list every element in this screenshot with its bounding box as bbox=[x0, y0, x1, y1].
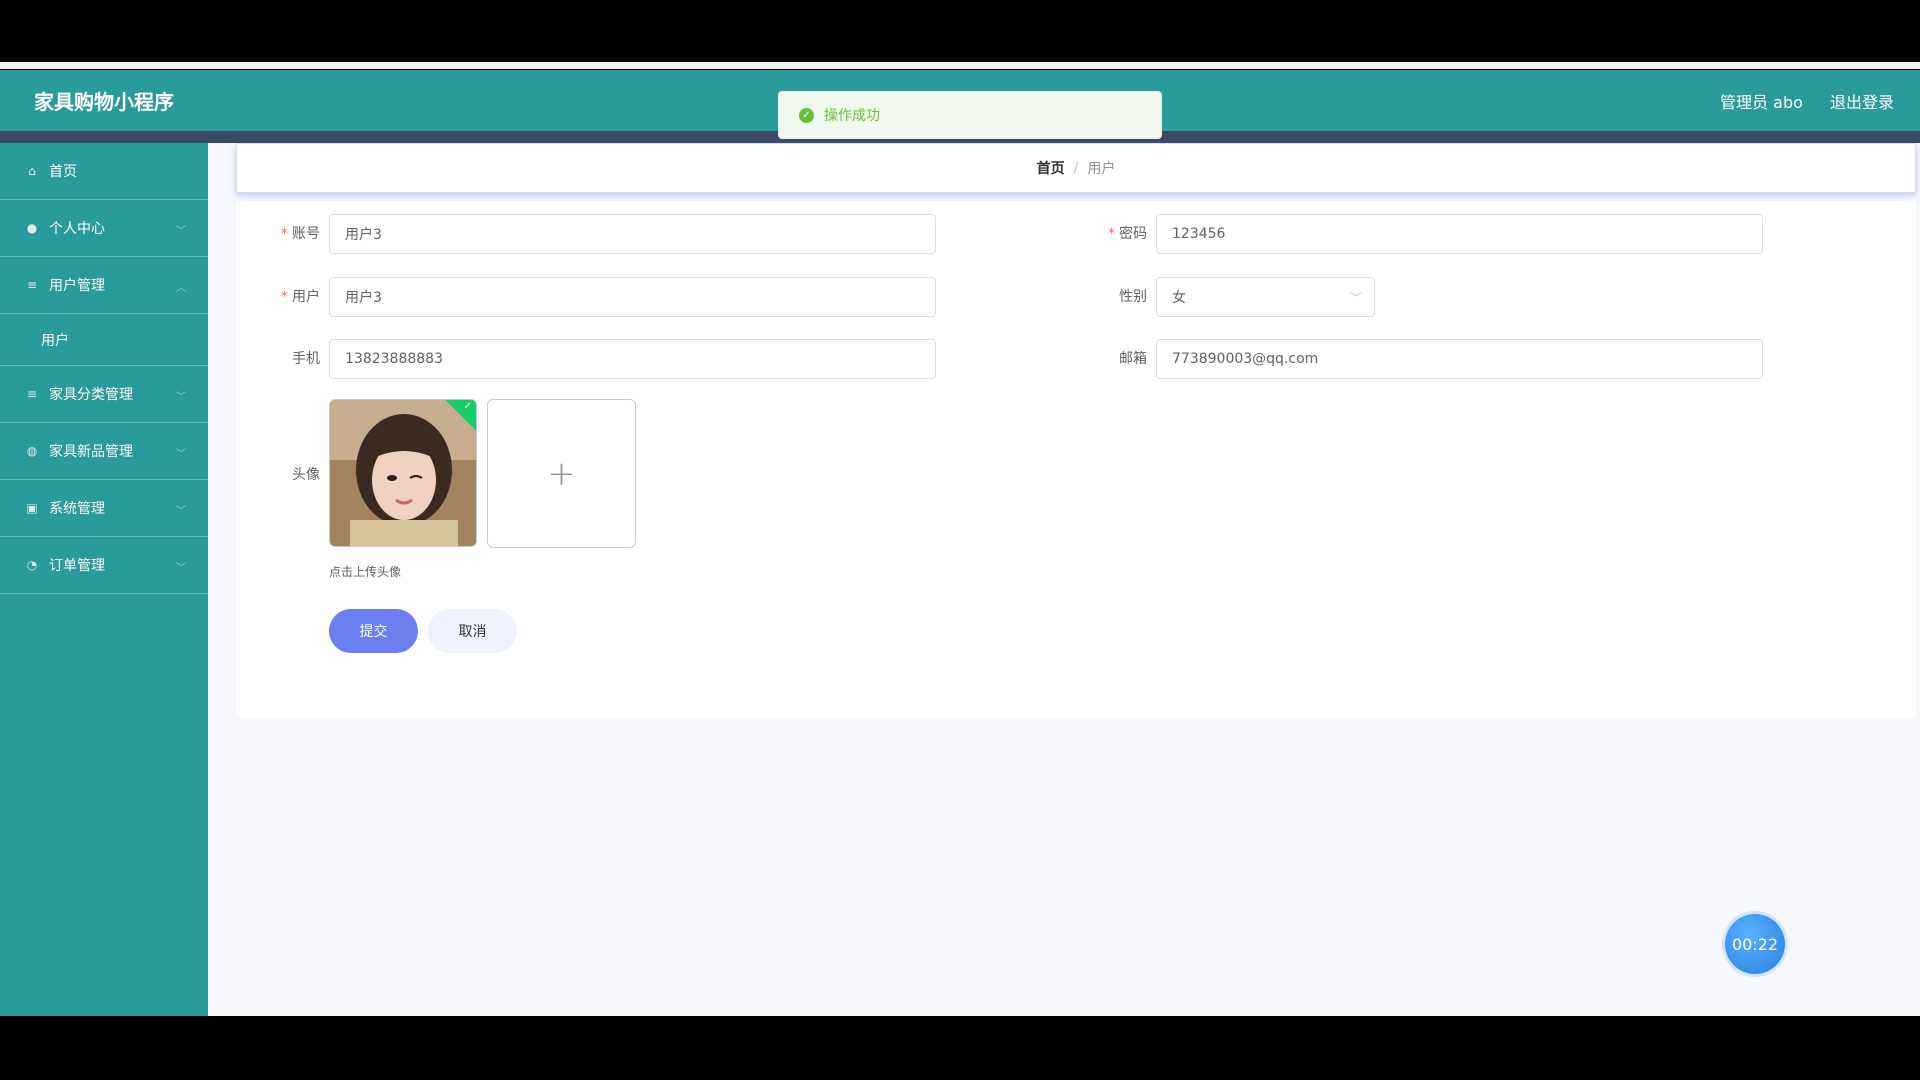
email-label: 邮箱 bbox=[1119, 351, 1147, 367]
home-icon: ⌂ bbox=[28, 164, 36, 178]
header-actions: 管理员 abo 退出登录 bbox=[1698, 89, 1894, 113]
chevron-down-icon: ﹀ bbox=[176, 226, 186, 237]
letterbox-bottom bbox=[0, 1016, 1920, 1080]
sidebar-item-label: 用户管理 bbox=[49, 278, 105, 294]
upload-avatar-button[interactable]: + bbox=[487, 399, 636, 548]
check-icon: ✓ bbox=[463, 401, 472, 412]
sidebar: ⌂ 首页 ● 个人中心 ﹀ ≡ 用户管理 ︿ 用户 ≡ 家具分类管理 ﹀ ◍ 家… bbox=[0, 143, 208, 1016]
top-divider bbox=[0, 62, 1920, 69]
sidebar-item-label: 系统管理 bbox=[49, 501, 105, 517]
account-field[interactable]: 用户3 bbox=[329, 214, 936, 254]
user-form: * 账号 用户3 * 密码 123456 * 用户 用户3 性别 女 ﹀ 手机 138… bbox=[236, 201, 1916, 718]
letterbox-top bbox=[0, 0, 1920, 69]
account-label: * 账号 bbox=[281, 226, 320, 242]
chevron-down-icon: ﹀ bbox=[176, 392, 186, 403]
username-label: * 用户 bbox=[281, 289, 320, 305]
sidebar-item-order-management[interactable]: ◔ 订单管理 ﹀ bbox=[0, 537, 208, 594]
gender-selected-value: 女 bbox=[1172, 290, 1186, 306]
required-mark: * bbox=[281, 289, 288, 305]
avatar-upload-tip: 点击上传头像 bbox=[329, 565, 402, 579]
email-field[interactable]: 773890003@qq.com bbox=[1156, 339, 1763, 379]
user-icon: ● bbox=[26, 221, 38, 235]
success-toast: ✓ 操作成功 bbox=[778, 91, 1162, 139]
password-field[interactable]: 123456 bbox=[1156, 214, 1763, 254]
avatar-label: 头像 bbox=[292, 467, 320, 483]
recording-timer[interactable]: 00:22 bbox=[1725, 914, 1785, 974]
sidebar-subitem-label: 用户 bbox=[41, 332, 69, 349]
app: 家具购物小程序 管理员 abo 退出登录 ✓ 操作成功 ⌂ 首页 ● 个人中心 … bbox=[0, 70, 1920, 1016]
chevron-down-icon: ﹀ bbox=[176, 506, 186, 517]
menu-icon: ≡ bbox=[26, 387, 38, 401]
sidebar-item-label: 家具分类管理 bbox=[49, 387, 133, 403]
sidebar-item-personal-center[interactable]: ● 个人中心 ﹀ bbox=[0, 200, 208, 257]
phone-label: 手机 bbox=[292, 351, 320, 367]
chevron-down-icon: ﹀ bbox=[176, 449, 186, 460]
sidebar-item-user-management[interactable]: ≡ 用户管理 ︿ bbox=[0, 257, 208, 314]
required-mark: * bbox=[281, 226, 288, 242]
sidebar-subitem-user[interactable]: 用户 bbox=[0, 314, 208, 366]
chevron-down-icon: ﹀ bbox=[176, 563, 186, 574]
logout-button[interactable]: 退出登录 bbox=[1830, 93, 1894, 112]
required-mark: * bbox=[1108, 226, 1115, 242]
breadcrumb: 首页 / 用户 bbox=[236, 143, 1916, 193]
clipboard-icon: ▣ bbox=[26, 501, 38, 515]
gauge-icon: ◔ bbox=[26, 558, 38, 572]
sidebar-item-label: 首页 bbox=[49, 164, 77, 180]
breadcrumb-home[interactable]: 首页 bbox=[1037, 158, 1065, 178]
success-check-icon: ✓ bbox=[799, 107, 814, 123]
submit-button[interactable]: 提交 bbox=[329, 609, 418, 653]
gender-label: 性别 bbox=[1119, 289, 1147, 305]
plus-icon: + bbox=[547, 453, 576, 494]
sidebar-item-label: 个人中心 bbox=[49, 221, 105, 237]
globe-icon: ◍ bbox=[26, 444, 38, 458]
avatar-preview[interactable]: ✓ bbox=[329, 399, 477, 547]
phone-field[interactable]: 13823888883 bbox=[329, 339, 936, 379]
chevron-up-icon: ︿ bbox=[176, 283, 186, 294]
sidebar-item-home[interactable]: ⌂ 首页 bbox=[0, 143, 208, 200]
chevron-down-icon: ﹀ bbox=[1349, 291, 1362, 305]
sidebar-item-new-products[interactable]: ◍ 家具新品管理 ﹀ bbox=[0, 423, 208, 480]
toast-message: 操作成功 bbox=[824, 108, 880, 124]
cancel-button[interactable]: 取消 bbox=[428, 609, 517, 653]
avatar-photo bbox=[330, 400, 476, 546]
password-label: * 密码 bbox=[1108, 226, 1147, 242]
sidebar-item-category-management[interactable]: ≡ 家具分类管理 ﹀ bbox=[0, 366, 208, 423]
menu-icon: ≡ bbox=[26, 278, 38, 292]
sidebar-item-label: 订单管理 bbox=[49, 558, 105, 574]
sidebar-item-label: 家具新品管理 bbox=[49, 444, 133, 460]
gender-select[interactable]: 女 ﹀ bbox=[1156, 277, 1375, 317]
username-field[interactable]: 用户3 bbox=[329, 277, 936, 317]
breadcrumb-current: 用户 bbox=[1087, 161, 1116, 177]
breadcrumb-separator: / bbox=[1073, 160, 1079, 176]
app-title: 家具购物小程序 bbox=[34, 90, 174, 114]
sidebar-item-system-management[interactable]: ▣ 系统管理 ﹀ bbox=[0, 480, 208, 537]
admin-label: 管理员 abo bbox=[1720, 93, 1803, 112]
